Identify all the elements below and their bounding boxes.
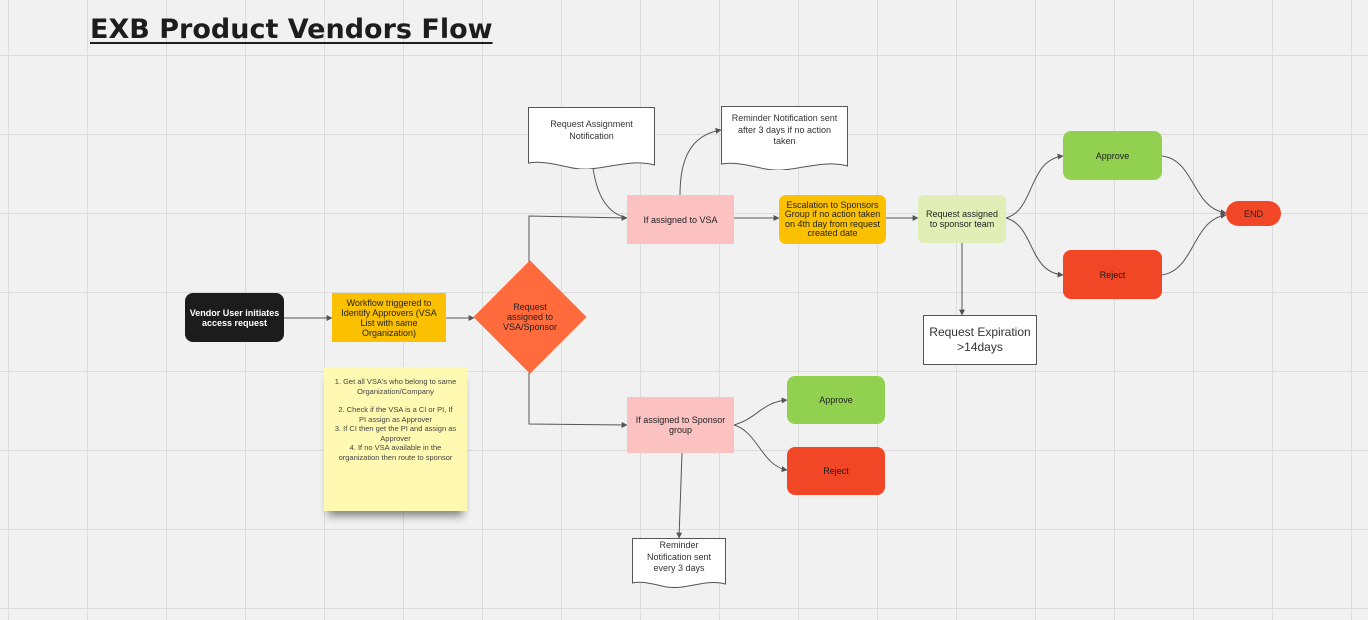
edge-vsa-to-reminder — [679, 127, 722, 196]
approve-bottom-button[interactable]: Approve — [787, 376, 885, 424]
vsa-reminder-label: Reminder Notification sent after 3 days … — [731, 113, 838, 146]
assignment-notification-doc[interactable]: Request Assignment Notification — [528, 107, 655, 169]
decision-node[interactable]: Request assigned to VSA/Sponsor — [473, 260, 587, 374]
edge-decision-to-vsa — [528, 214, 628, 262]
sticky-line: 4. If no VSA available in the organizati… — [338, 443, 453, 462]
edge-sponsor-team-to-approve — [1005, 153, 1064, 219]
decision-label: Request assigned to VSA/Sponsor — [502, 302, 558, 332]
vsa-reminder-doc[interactable]: Reminder Notification sent after 3 days … — [721, 106, 848, 170]
sticky-line: 1. Get all VSA's who belong to same Orga… — [334, 377, 457, 396]
edge-decision-to-sponsor-group — [528, 372, 628, 428]
start-node[interactable]: Vendor User initiates access request — [185, 293, 284, 342]
edge-sponsor-group-to-approve — [733, 397, 788, 426]
sticky-line: 2. Check if the VSA is a CI or PI, If PI… — [338, 405, 453, 424]
page-title: EXB Product Vendors Flow — [90, 14, 493, 45]
sticky-line: 3. If CI then get the PI and assign as A… — [334, 424, 457, 443]
end-node[interactable]: END — [1226, 201, 1281, 226]
edge-sponsor-team-to-reject — [1005, 217, 1064, 278]
sponsor-reminder-doc[interactable]: Reminder Notification sent every 3 days — [632, 538, 726, 588]
sponsor-team-node[interactable]: Request assigned to sponsor team — [918, 195, 1006, 243]
reject-bottom-button[interactable]: Reject — [787, 447, 885, 495]
expiration-node[interactable]: Request Expiration >14days — [923, 315, 1037, 365]
edge-sponsor-group-to-reminder — [676, 452, 683, 539]
workflow-trigger-node[interactable]: Workflow triggered to Identify Approvers… — [332, 293, 446, 342]
sticky-line — [334, 396, 457, 405]
sponsor-group-node[interactable]: If assigned to Sponsor group — [627, 397, 734, 453]
sticky-note[interactable]: 1. Get all VSA's who belong to same Orga… — [324, 367, 467, 511]
approve-top-button[interactable]: Approve — [1063, 131, 1162, 180]
edge-reject-to-end — [1161, 212, 1227, 276]
vsa-assigned-node[interactable]: If assigned to VSA — [627, 195, 734, 244]
edge-approve-to-end — [1161, 155, 1227, 216]
sponsor-reminder-label: Reminder Notification sent every 3 days — [646, 540, 712, 573]
edge-sponsor-group-to-reject — [733, 424, 788, 473]
assignment-notification-label: Request Assignment Notification — [550, 119, 633, 141]
reject-top-button[interactable]: Reject — [1063, 250, 1162, 299]
escalation-node[interactable]: Escalation to Sponsors Group if no actio… — [779, 195, 886, 244]
